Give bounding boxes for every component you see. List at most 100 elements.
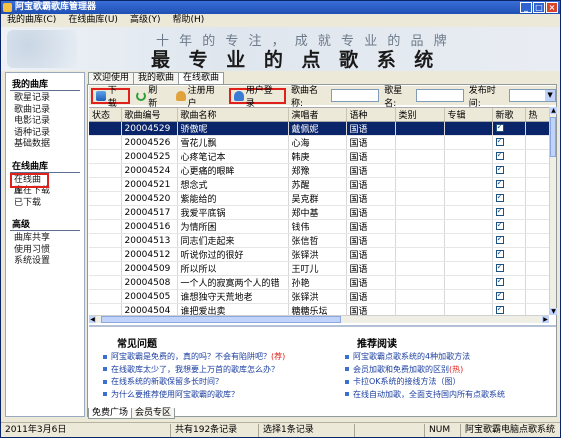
col-song-id[interactable]: 歌曲编号 [121, 108, 178, 122]
link-text[interactable]: 会员加歌和免费加歌的区别 [353, 365, 449, 374]
sidebar-item-languages[interactable]: 语种记录 [14, 128, 84, 140]
link-text[interactable]: 为什么要推荐使用阿宝歌霸的歌库？ [111, 390, 239, 399]
cell-singer: 糖糖乐坛 [288, 303, 347, 315]
refresh-button[interactable]: 刷新 [132, 86, 169, 109]
table-row[interactable]: 20004509 所以所以 王叮儿 国语 [89, 261, 549, 276]
login-button[interactable]: 用户登录 [228, 86, 286, 109]
col-singer[interactable]: 演唱者 [288, 108, 347, 122]
menu-my-library[interactable]: 我的曲库(C) [7, 14, 56, 27]
menu-advanced[interactable]: 高级(Y) [130, 14, 161, 27]
download-button[interactable]: 下载 [91, 86, 131, 109]
table-row[interactable]: 20004524 心更痛的眼眸 郑豫 国语 [89, 163, 549, 178]
col-new[interactable]: 新歌 [492, 108, 526, 122]
scroll-thumb[interactable] [101, 316, 341, 323]
cell-status [89, 275, 122, 290]
scroll-left-icon[interactable]: ◀ [89, 316, 96, 323]
list-item[interactable]: 阿宝歌霸是免费的，真的吗？不会有陷阱吧？(荐) [103, 351, 285, 364]
scroll-up-icon[interactable]: ▲ [550, 107, 557, 114]
sidebar-item-downloading[interactable]: 正在下载 [14, 186, 84, 198]
cell-singer: 郑中基 [288, 205, 347, 220]
horizontal-scrollbar[interactable]: ◀ ▶ [89, 315, 549, 323]
scroll-right-icon[interactable]: ▶ [542, 316, 549, 323]
link-text[interactable]: 在线歌库太少了，我想要上万首的歌库怎么办？ [111, 365, 279, 374]
link-text[interactable]: 在线自动加歌，全面支持国内所有点歌系统 [353, 390, 505, 399]
col-status[interactable]: 状态 [89, 108, 122, 122]
maximize-button[interactable]: □ [533, 2, 545, 13]
song-name-input[interactable] [331, 89, 380, 102]
minimize-button[interactable]: _ [520, 2, 532, 13]
tab-member-zone[interactable]: 会员专区 [131, 408, 176, 419]
sidebar-item-singers[interactable]: 歌星记录 [14, 93, 84, 105]
list-item[interactable]: 在线自动加歌，全面支持国内所有点歌系统 [345, 389, 505, 402]
table-row[interactable]: 20004508 一个人的寂寞两个人的错 孙艳 国语 [89, 275, 549, 290]
sidebar-item-habits[interactable]: 使用习惯 [14, 245, 84, 257]
table-row[interactable]: 20004516 为情所困 钱伟 国语 [89, 219, 549, 234]
vertical-scrollbar[interactable]: ▲ ▼ [549, 107, 557, 315]
new-song-checkbox[interactable] [495, 220, 504, 230]
cell-category [395, 303, 445, 315]
sidebar-item-songs[interactable]: 歌曲记录 [14, 105, 84, 117]
close-button[interactable]: × [546, 2, 558, 13]
register-button[interactable]: 注册用户 [172, 86, 227, 109]
new-song-checkbox[interactable] [495, 234, 504, 244]
table-row[interactable]: 20004520 紫能给的 吴克群 国语 [89, 191, 549, 206]
col-language[interactable]: 语种 [346, 108, 396, 122]
new-song-checkbox[interactable] [495, 206, 504, 216]
col-song-name[interactable]: 歌曲名称 [177, 108, 289, 122]
link-text[interactable]: 阿宝歌霸点歌系统的4种加歌方法 [353, 352, 470, 361]
table-row[interactable]: 20004517 我爱平底锅 郑中基 国语 [89, 205, 549, 220]
singer-name-input[interactable] [415, 89, 464, 102]
sidebar-item-movies[interactable]: 电影记录 [14, 116, 84, 128]
scroll-down-icon[interactable]: ▼ [550, 308, 557, 315]
tab-free-plaza[interactable]: 免费广场 [88, 408, 133, 419]
cell-language: 国语 [346, 177, 396, 192]
new-song-checkbox[interactable] [495, 192, 504, 202]
menu-online-library[interactable]: 在线曲库(U) [68, 14, 118, 27]
cell-album [444, 149, 493, 164]
new-song-checkbox[interactable] [495, 164, 504, 174]
new-song-checkbox[interactable] [495, 122, 504, 132]
table-row[interactable]: 20004505 谁想独守天荒地老 张铎洪 国语 [89, 289, 549, 304]
cell-category [395, 121, 445, 136]
table-row[interactable]: 20004529 骄傲呢 戴佩妮 国语 [89, 121, 549, 136]
list-item[interactable]: 在线系统的新歌保留多长时间？ [103, 376, 285, 389]
table-row[interactable]: 20004525 心疼笔记本 韩庚 国语 [89, 149, 549, 164]
table-row[interactable]: 20004521 想念式 苏醒 国语 [89, 177, 549, 192]
scroll-thumb[interactable] [550, 117, 556, 157]
list-item[interactable]: 会员加歌和免费加歌的区别(热) [345, 364, 505, 377]
banner-headline: 最 专 业 的 点 歌 系 统 [151, 49, 440, 71]
sidebar-item-basic-data[interactable]: 基础数据 [14, 139, 84, 151]
chevron-down-icon[interactable]: ▼ [545, 90, 556, 101]
sidebar-item-downloaded[interactable]: 已下载 [14, 198, 84, 210]
link-text[interactable]: 卡拉OK系统的接线方法（图） [353, 377, 461, 386]
sidebar-item-settings[interactable]: 系统设置 [14, 256, 84, 268]
table-row[interactable]: 20004504 谁把爱出卖 糖糖乐坛 国语 [89, 303, 549, 315]
song-grid[interactable]: 状态 歌曲编号 歌曲名称 演唱者 语种 类别 专辑 新歌 热 20004529 骄… [89, 107, 549, 315]
list-item[interactable]: 阿宝歌霸点歌系统的4种加歌方法 [345, 351, 505, 364]
list-item[interactable]: 在线歌库太少了，我想要上万首的歌库怎么办？ [103, 364, 285, 377]
table-row[interactable]: 20004512 听说你过的很好 张铎洪 国语 [89, 247, 549, 262]
list-item[interactable]: 卡拉OK系统的接线方法（图） [345, 376, 505, 389]
table-row[interactable]: 20004513 同志们走起来 张信哲 国语 [89, 233, 549, 248]
table-row[interactable]: 20004526 雪花儿飘 心海 国语 [89, 135, 549, 150]
link-text[interactable]: 在线系统的新歌保留多长时间？ [111, 377, 223, 386]
new-song-checkbox[interactable] [495, 248, 504, 258]
col-album[interactable]: 专辑 [444, 108, 493, 122]
new-song-checkbox[interactable] [495, 136, 504, 146]
menu-help[interactable]: 帮助(H) [172, 14, 204, 27]
sidebar-item-library-share[interactable]: 曲库共享 [14, 233, 84, 245]
cell-album [444, 135, 493, 150]
new-song-checkbox[interactable] [495, 304, 504, 314]
new-song-checkbox[interactable] [495, 276, 504, 286]
new-song-checkbox[interactable] [495, 150, 504, 160]
new-song-checkbox[interactable] [495, 290, 504, 300]
link-text[interactable]: 阿宝歌霸是免费的，真的吗？不会有陷阱吧？ [111, 352, 271, 361]
col-category[interactable]: 类别 [395, 108, 445, 122]
release-date-select[interactable]: ▼ [508, 89, 557, 102]
new-song-checkbox[interactable] [495, 262, 504, 272]
col-hot[interactable]: 热 [525, 108, 549, 122]
new-song-checkbox[interactable] [495, 178, 504, 188]
bullet-icon [345, 379, 349, 384]
list-item[interactable]: 为什么要推荐使用阿宝歌霸的歌库？ [103, 389, 285, 402]
sidebar-item-online-library[interactable]: 在线曲库 [10, 172, 49, 196]
